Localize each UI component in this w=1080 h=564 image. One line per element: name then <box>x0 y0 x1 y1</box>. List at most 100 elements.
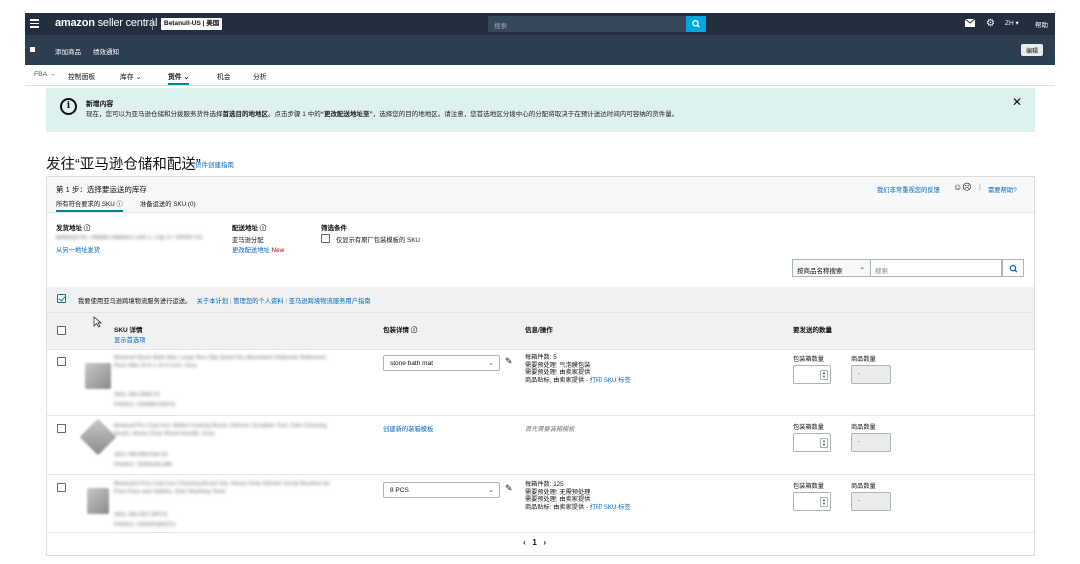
about-program-link[interactable]: 关于本计划 <box>197 298 228 305</box>
divider <box>47 349 1034 350</box>
packing-template-required: 首先需要装箱模板 <box>525 426 575 433</box>
user-guide-link[interactable]: 亚马逊跨境物流服务用户指南 <box>289 298 371 305</box>
manage-profile-link[interactable]: 管理您的个人资料 <box>233 298 283 305</box>
search-type-select[interactable]: 按商品名称搜索 ⌄ <box>792 259 871 277</box>
packing-template-select[interactable]: 8 PCS ⌄ <box>383 482 500 498</box>
sku-search-button[interactable] <box>1002 259 1024 277</box>
units-quantity-field: - <box>851 365 891 384</box>
pagination: ‹ 1 › <box>523 538 546 547</box>
nav-dashboard[interactable]: 控制面板 <box>68 71 95 81</box>
divider <box>47 474 1034 475</box>
feedback-faces-icon[interactable]: ☺☹ <box>953 182 972 193</box>
tab-eligible-skus[interactable]: 所有符合要求的 SKU ⓘ <box>56 199 123 212</box>
next-page-icon[interactable]: › <box>543 538 546 547</box>
agree-checkbox[interactable] <box>57 294 66 303</box>
edit-bookmarks-button[interactable]: 编辑 <box>1021 44 1044 56</box>
packing-template-select[interactable]: stone bath mat ⌄ <box>383 355 500 371</box>
search-icon <box>1009 264 1018 273</box>
tab-ready-skus[interactable]: 准备运送的 SKU (0) <box>140 199 196 208</box>
nav-opportunities[interactable]: 机会 <box>217 71 231 81</box>
bookmark-icon <box>30 47 35 52</box>
quantity-header: 要发送的数量 <box>793 327 832 334</box>
units-quantity-field: - <box>851 433 891 452</box>
product-fnsku: FNSKU: X00ABCDEFG <box>114 402 176 408</box>
prev-page-icon[interactable]: ‹ <box>523 538 526 547</box>
product-title: Betanull 8 Pcs Cast Iron Cleaning Brush … <box>114 481 330 495</box>
filter-label: 筛选条件 <box>321 225 347 232</box>
boxes-quantity-input[interactable]: ▲ ▼ <box>793 365 831 384</box>
step-title: 第 1 步：选择要运送的库存 <box>56 185 147 194</box>
current-page[interactable]: 1 <box>532 538 536 547</box>
edit-pencil-icon[interactable]: ✎ <box>505 483 513 494</box>
agree-text: 我要使用亚马逊跨境物流服务进行运送。 <box>78 298 192 305</box>
chevron-down-icon: ⌄ <box>488 360 494 367</box>
units-label: 商品数量 <box>851 356 876 363</box>
units-quantity-field: - <box>851 492 891 511</box>
ship-to-value: 亚马逊分配 <box>232 237 264 244</box>
stepper-icon[interactable]: ▲ ▼ <box>820 497 828 507</box>
product-fnsku: FNSKU: X00HIJKLMN <box>114 462 172 468</box>
stepper-icon[interactable]: ▲ ▼ <box>820 370 828 380</box>
sku-search: 按商品名称搜索 ⌄ 搜索 <box>792 259 1024 277</box>
notice-title: 新增内容 <box>86 101 114 108</box>
product-thumbnail <box>85 363 111 389</box>
seller-central-logo[interactable]: amazon seller central <box>55 17 157 29</box>
show-preferences-link[interactable]: 显示首选项 <box>114 335 145 344</box>
select-all-checkbox[interactable] <box>57 326 66 335</box>
nav-inventory[interactable]: 库存 ⌄ <box>120 71 141 81</box>
boxes-quantity-input[interactable]: ▲ ▼ <box>793 433 831 452</box>
info-icon: i <box>60 98 77 115</box>
search-button[interactable] <box>686 16 706 32</box>
whats-new-notice: i 新增内容 现在，您可以为亚马逊仓储和分拨服务货件选择首选目的地地区。点击步骤… <box>46 88 1035 132</box>
row-checkbox[interactable] <box>57 424 66 433</box>
print-sku-label-link[interactable]: 打印 SKU 标签 <box>590 504 631 511</box>
change-ship-to-link[interactable]: 更改配送地址 <box>232 247 270 254</box>
packing-info: 每箱件数: 125 需要预处理: 无需预处理 需要预处理: 由卖家提供 商品贴标… <box>525 481 631 511</box>
stepper-icon[interactable]: ▲ ▼ <box>820 438 828 448</box>
store-selector[interactable]: Betanull-US | 美国 <box>161 18 223 30</box>
product-thumbnail <box>79 418 117 456</box>
info-line: 商品贴标: 由卖家提供 - 打印 SKU 标签 <box>525 376 631 384</box>
nav-analytics[interactable]: 分析 <box>253 71 267 81</box>
create-packing-template-link[interactable]: 创建新的装箱模板 <box>383 424 433 433</box>
help-link[interactable]: 帮助 <box>1035 19 1048 29</box>
mail-icon[interactable] <box>964 18 976 29</box>
units-label: 商品数量 <box>851 483 876 490</box>
row-checkbox[interactable] <box>57 483 66 492</box>
breadcrumb-nav: FBA → 控制面板 库存 ⌄ 货件 ⌄ 机会 分析 <box>25 65 1055 86</box>
boxes-label: 包装箱数量 <box>793 424 824 431</box>
language-selector[interactable]: ZH ▾ <box>1005 19 1019 27</box>
ship-from-label: 发货地址 ⓘ <box>56 225 91 232</box>
gear-icon[interactable]: ⚙ <box>986 18 995 29</box>
divider <box>47 532 1034 533</box>
performance-notifications-link[interactable]: 绩效通知 <box>93 46 119 56</box>
agree-row: 我要使用亚马逊跨境物流服务进行运送。 关于本计划 | 管理您的个人资料 | 亚马… <box>78 298 371 305</box>
info-line: 需要预处理: 由卖家提供 <box>525 369 591 377</box>
ship-from-another-link[interactable]: 从另一地址发货 <box>56 245 100 254</box>
step-header: 第 1 步：选择要运送的库存 我们非常重视您的反馈 ☺☹ | 需要帮助? 所有符… <box>47 177 1034 213</box>
bookmark-bar: 添加商品 绩效通知 编辑 <box>25 35 1055 65</box>
shipment-guide-link[interactable]: 货件创建指南 <box>195 159 234 169</box>
global-search-input[interactable]: 搜索 <box>488 16 686 32</box>
close-icon[interactable]: ✕ <box>1012 95 1022 109</box>
feedback-link[interactable]: 我们非常重视您的反馈 <box>877 185 940 194</box>
units-label: 商品数量 <box>851 424 876 431</box>
chevron-down-icon: ⌄ <box>859 264 865 271</box>
boxes-label: 包装箱数量 <box>793 356 824 363</box>
nav-shipments[interactable]: 货件 ⌄ <box>168 71 190 85</box>
ship-to-label: 配送地址 ⓘ <box>232 225 267 232</box>
hamburger-menu-icon[interactable] <box>30 19 39 29</box>
sku-search-input[interactable]: 搜索 <box>871 259 1002 277</box>
new-badge: New <box>271 247 285 254</box>
row-checkbox[interactable] <box>57 357 66 366</box>
add-products-link[interactable]: 添加商品 <box>55 46 81 56</box>
edit-pencil-icon[interactable]: ✎ <box>505 356 513 367</box>
product-title: Betanull Pro Cast Iron Skillet Cooking B… <box>114 423 327 437</box>
original-packaging-checkbox[interactable] <box>321 234 330 243</box>
product-thumbnail <box>87 488 109 514</box>
print-sku-label-link[interactable]: 打印 SKU 标签 <box>590 377 631 384</box>
nav-fba[interactable]: FBA → <box>34 71 56 78</box>
logo-divider <box>152 18 153 30</box>
boxes-quantity-input[interactable]: ▲ ▼ <box>793 492 831 511</box>
need-help-link[interactable]: 需要帮助? <box>988 185 1017 194</box>
